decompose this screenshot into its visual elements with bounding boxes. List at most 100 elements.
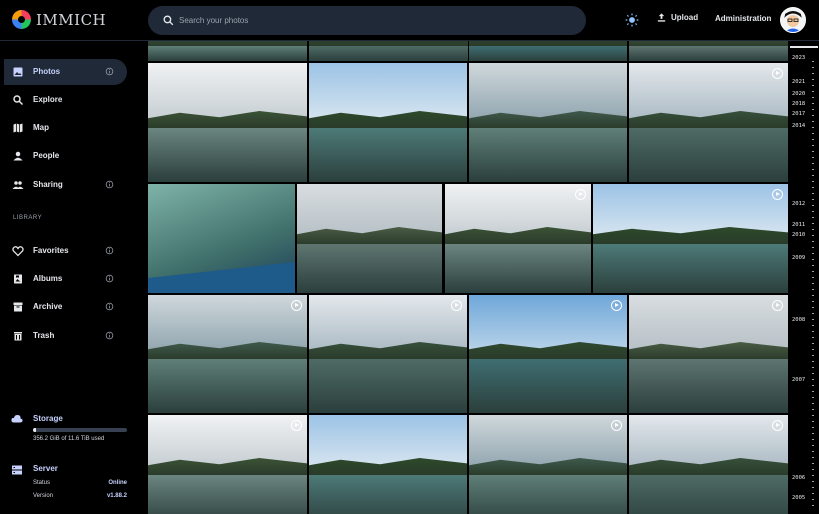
video-play-icon (611, 420, 622, 431)
storage-title: Storage (33, 414, 63, 423)
sidebar-item-archive[interactable]: Archive (4, 294, 127, 320)
photo-thumbnail[interactable] (593, 184, 788, 293)
timeline-tick (812, 241, 814, 242)
timeline-year[interactable]: 2006 (792, 475, 805, 481)
theme-toggle-sun-icon[interactable] (625, 13, 639, 27)
timeline-tick (812, 439, 814, 440)
timeline-year[interactable]: 2021 (792, 79, 805, 85)
administration-button[interactable]: Administration (715, 14, 771, 23)
info-icon[interactable] (105, 246, 114, 255)
photo-thumbnail[interactable] (309, 295, 467, 413)
timeline-tick (812, 259, 814, 260)
timeline-year[interactable]: 2012 (792, 201, 805, 207)
timeline-tick (812, 493, 814, 494)
timeline-year[interactable]: 2020 (792, 91, 805, 97)
timeline-tick (812, 367, 814, 368)
upload-label: Upload (671, 13, 699, 22)
timeline-tick (812, 115, 814, 116)
timeline-tick (812, 109, 814, 110)
timeline-year[interactable]: 2023 (792, 55, 805, 61)
timeline-tick (812, 205, 814, 206)
storage-progress-bar (33, 428, 127, 432)
timeline-tick (812, 253, 814, 254)
server-status-label: Status (33, 480, 51, 486)
timeline-tick (812, 319, 814, 320)
app-logo[interactable]: IMMICH (12, 10, 106, 29)
timeline-year[interactable]: 2008 (792, 317, 805, 323)
server-version-value: v1.88.2 (106, 493, 127, 499)
photo-thumbnail[interactable] (148, 63, 307, 182)
timeline-scrubber[interactable]: 2023 2021 2020 2018 2017 2014 2012 2011 2010 2009… (788, 41, 819, 514)
sidebar-item-map[interactable]: Map (4, 115, 127, 141)
photo-thumbnail[interactable] (297, 184, 442, 293)
timeline-tick (812, 97, 814, 98)
photo-thumbnail[interactable] (629, 63, 788, 182)
timeline-year[interactable]: 2005 (792, 495, 805, 501)
photo-thumbnail[interactable] (309, 41, 468, 61)
timeline-tick (812, 247, 814, 248)
photo-grid[interactable] (148, 41, 788, 514)
photo-thumbnail[interactable] (469, 415, 627, 514)
sidebar-item-people[interactable]: People (4, 143, 127, 169)
timeline-year[interactable]: 2007 (792, 377, 805, 383)
video-play-icon (451, 300, 462, 311)
photo-thumbnail[interactable] (148, 184, 295, 293)
search-input[interactable] (179, 6, 569, 35)
timeline-tick (812, 145, 814, 146)
timeline-tick (812, 163, 814, 164)
photo-thumbnail[interactable] (629, 295, 788, 413)
timeline-tick (812, 397, 814, 398)
photo-thumbnail[interactable] (469, 63, 627, 182)
photo-thumbnail[interactable] (148, 415, 307, 514)
timeline-tick (812, 385, 814, 386)
timeline-year[interactable]: 2014 (792, 123, 805, 129)
timeline-tick (812, 193, 814, 194)
info-icon[interactable] (105, 274, 114, 283)
timeline-year[interactable]: 2010 (792, 232, 805, 238)
sidebar-item-albums[interactable]: Albums (4, 266, 127, 292)
map-icon (13, 123, 23, 133)
timeline-tick (812, 421, 814, 422)
sidebar-item-label: Photos (33, 67, 61, 76)
photo-thumbnail[interactable] (309, 63, 467, 182)
scrubber-position-indicator[interactable] (790, 46, 818, 48)
sidebar-item-photos[interactable]: Photos (4, 59, 127, 85)
storage-usage-text: 356.2 GiB of 11.6 TiB used (33, 436, 105, 442)
info-icon[interactable] (105, 302, 114, 311)
sidebar-item-label: Explore (33, 95, 63, 104)
sidebar-item-label: Sharing (33, 180, 63, 189)
timeline-tick (812, 427, 814, 428)
timeline-tick (812, 181, 814, 182)
timeline-year[interactable]: 2017 (792, 111, 805, 117)
sidebar-item-sharing[interactable]: Sharing (4, 172, 127, 198)
timeline-year[interactable]: 2009 (792, 255, 805, 261)
person-icon (13, 151, 23, 161)
sidebar-item-explore[interactable]: Explore (4, 87, 127, 113)
photo-thumbnail[interactable] (469, 295, 627, 413)
photo-thumbnail[interactable] (629, 41, 788, 61)
server-title: Server (33, 464, 58, 473)
server-status-row: Status Online (33, 480, 127, 486)
search-bar[interactable] (148, 6, 586, 35)
sidebar-item-favorites[interactable]: Favorites (4, 238, 127, 264)
video-play-icon (291, 300, 302, 311)
timeline-tick (812, 67, 814, 68)
photo-thumbnail[interactable] (309, 415, 467, 514)
info-icon[interactable] (105, 331, 114, 340)
sidebar-item-trash[interactable]: Trash (4, 323, 127, 349)
timeline-tick (812, 265, 814, 266)
photo-thumbnail[interactable] (629, 415, 788, 514)
sidebar-item-label: Trash (33, 331, 55, 340)
server-icon (12, 465, 22, 475)
timeline-tick (812, 373, 814, 374)
photo-thumbnail[interactable] (445, 184, 591, 293)
info-icon[interactable] (105, 180, 114, 189)
photo-thumbnail[interactable] (148, 41, 307, 61)
upload-button[interactable]: Upload (656, 12, 698, 23)
info-icon[interactable] (105, 67, 114, 76)
timeline-year[interactable]: 2011 (792, 222, 805, 228)
photo-thumbnail[interactable] (469, 41, 627, 61)
user-avatar[interactable] (780, 7, 806, 33)
photo-thumbnail[interactable] (148, 295, 307, 413)
timeline-year[interactable]: 2018 (792, 101, 805, 107)
